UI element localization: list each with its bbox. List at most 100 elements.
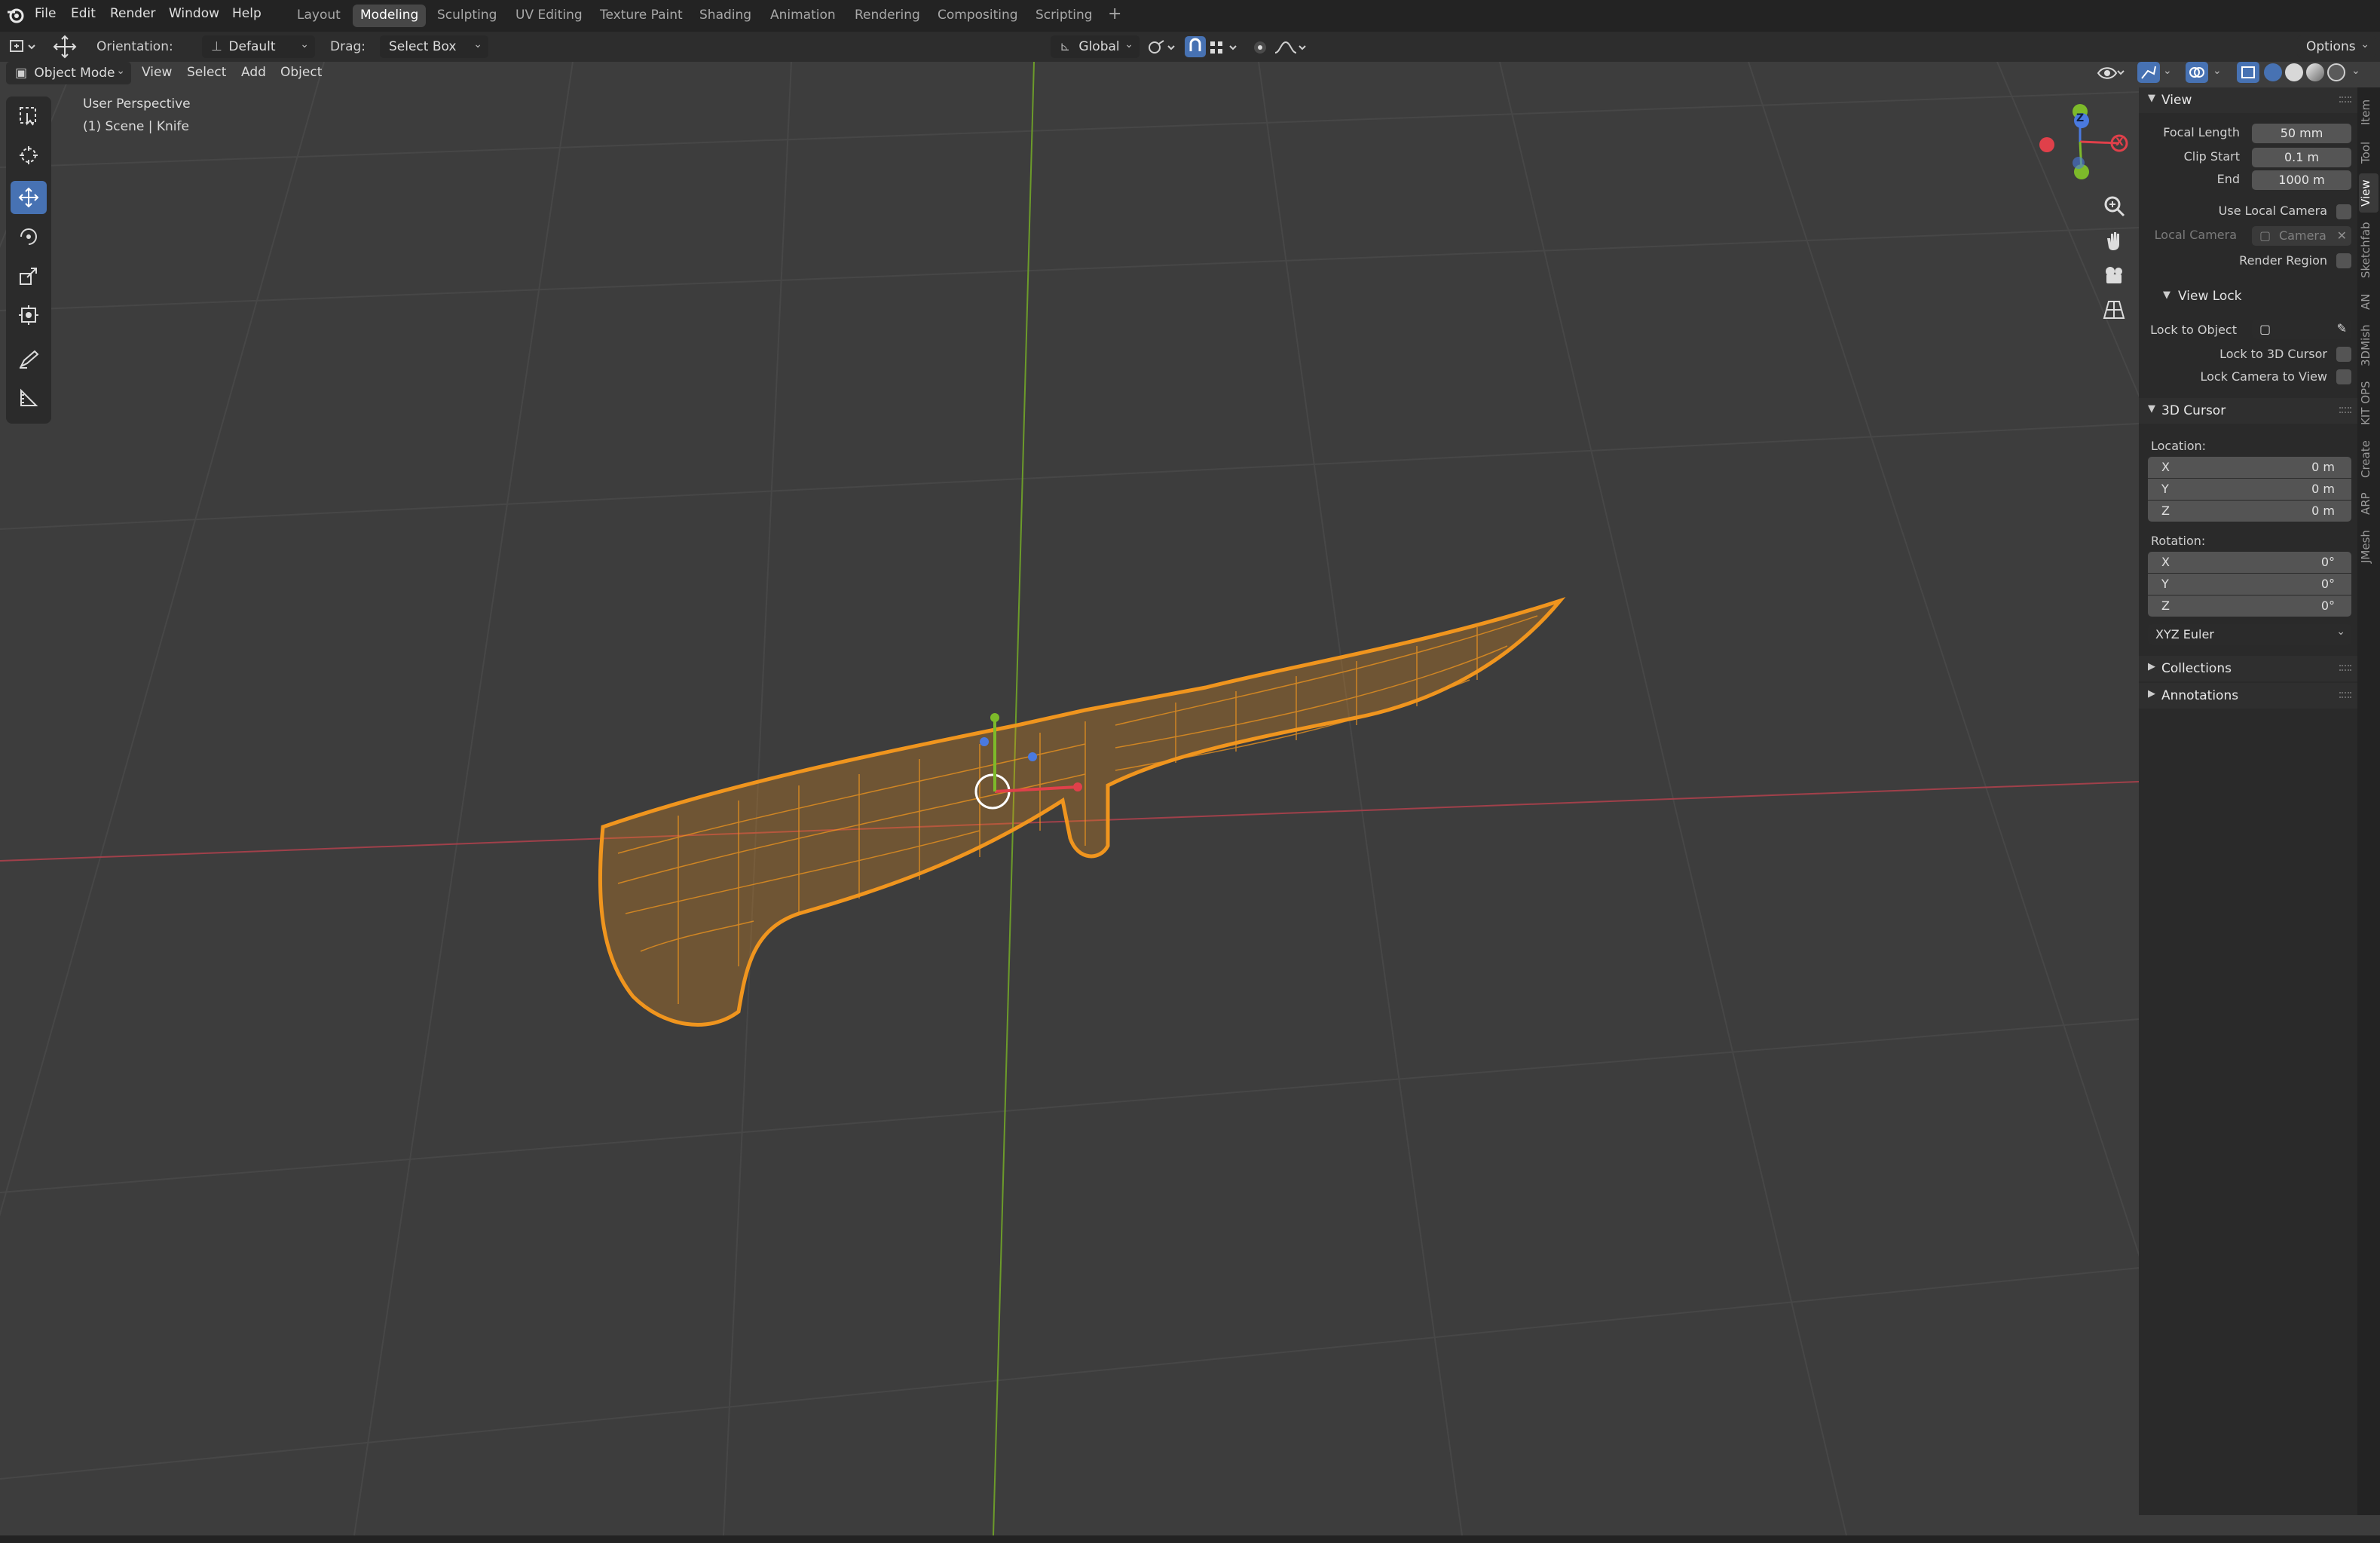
render-region-checkbox[interactable] — [2336, 253, 2351, 268]
zoom-icon[interactable] — [2098, 190, 2130, 222]
annotations-panel-header[interactable]: ▶ Annotations — [2139, 683, 2357, 709]
focal-length-field[interactable]: 50 mm — [2252, 124, 2351, 143]
chevron-down-icon[interactable]: ⌄ — [2213, 65, 2222, 77]
lock-to-object-label: Lock to Object — [2150, 323, 2237, 337]
tab-compositing[interactable]: Compositing — [930, 5, 1026, 27]
snap-toggle-icon[interactable] — [1185, 36, 1206, 57]
drag-label: Drag: — [330, 39, 366, 54]
gizmo-toggle-icon[interactable] — [2137, 62, 2160, 83]
sidebar-tab-an[interactable]: AN — [2359, 288, 2378, 315]
cursor-location-z-field[interactable]: Z 0 m — [2148, 501, 2351, 522]
pivot-point-icon[interactable] — [1147, 39, 1177, 60]
camera-view-icon[interactable] — [2098, 259, 2130, 291]
chevron-down-icon[interactable]: ⌄ — [2351, 65, 2360, 77]
sidebar-tab-3dmish[interactable]: 3DMish — [2359, 318, 2378, 372]
object-mode-dropdown[interactable]: ▣ Object Mode ⌄ — [6, 62, 131, 84]
3d-cursor-panel-header[interactable]: ▼ 3D Cursor — [2139, 398, 2357, 424]
drag-grip-icon[interactable] — [2339, 692, 2351, 698]
editor-type-icon[interactable] — [9, 38, 39, 60]
3d-viewport[interactable]: ▣ Object Mode ⌄ View Select Add Object U… — [0, 62, 2139, 1535]
viewport-menu-select[interactable]: Select — [187, 65, 226, 80]
clip-start-field[interactable]: 0.1 m — [2252, 148, 2351, 167]
sidebar-tab-sketchfab[interactable]: Sketchfab — [2359, 216, 2378, 285]
menu-window[interactable]: Window — [169, 6, 219, 21]
orientation-dropdown[interactable]: ⊥ Default ⌄ — [202, 35, 315, 58]
chevron-down-icon: ⌄ — [473, 38, 482, 51]
sidebar-tab-view[interactable]: View — [2359, 173, 2378, 213]
drag-grip-icon[interactable] — [2339, 407, 2351, 413]
rotation-mode-dropdown[interactable]: XYZ Euler ⌄ — [2148, 624, 2351, 645]
transform-orientation-dropdown[interactable]: ⊾ Global ⌄ — [1051, 35, 1140, 58]
annotate-tool[interactable] — [11, 342, 47, 375]
move-tool-icon[interactable] — [51, 35, 78, 63]
scale-tool[interactable] — [11, 259, 47, 292]
rotate-tool[interactable] — [11, 220, 47, 253]
tab-sculpting[interactable]: Sculpting — [430, 5, 504, 27]
tab-rendering[interactable]: Rendering — [847, 5, 928, 27]
tab-modeling[interactable]: Modeling — [353, 5, 427, 27]
collapsed-triangle-icon: ▶ — [2148, 688, 2155, 700]
solid-shading-icon[interactable] — [2285, 63, 2303, 81]
select-box-tool[interactable] — [11, 99, 47, 133]
wireframe-shading-icon[interactable] — [2264, 63, 2282, 81]
viewport-menu-view[interactable]: View — [142, 65, 172, 80]
cursor-rotation-x-field[interactable]: X 0° — [2148, 552, 2351, 573]
tab-uv-editing[interactable]: UV Editing — [508, 5, 590, 27]
move-tool[interactable] — [11, 181, 47, 214]
drag-grip-icon[interactable] — [2339, 96, 2351, 103]
cursor-location-y-field[interactable]: Y 0 m — [2148, 479, 2351, 500]
material-shading-icon[interactable] — [2306, 63, 2324, 81]
rendered-shading-icon[interactable] — [2327, 63, 2345, 81]
sidebar-tab-tool[interactable]: Tool — [2359, 134, 2378, 170]
menu-help[interactable]: Help — [232, 6, 262, 21]
lock-to-3d-cursor-checkbox[interactable] — [2336, 347, 2351, 362]
transform-tool[interactable] — [11, 298, 47, 332]
view-lock-header[interactable]: ▼ View Lock — [2139, 285, 2357, 309]
viewport-menu-add[interactable]: Add — [241, 65, 266, 80]
overlays-toggle-icon[interactable] — [2186, 62, 2208, 83]
pan-hand-icon[interactable] — [2098, 225, 2130, 256]
cursor-location-x-field[interactable]: X 0 m — [2148, 457, 2351, 478]
measure-tool[interactable] — [11, 381, 47, 415]
chevron-down-icon[interactable]: ⌄ — [2163, 65, 2172, 77]
cursor-rotation-z-field[interactable]: Z 0° — [2148, 595, 2351, 617]
sidebar-tab-jmesh[interactable]: JMesh — [2359, 523, 2378, 570]
collections-panel-header[interactable]: ▶ Collections — [2139, 656, 2357, 681]
drag-dropdown[interactable]: Select Box ⌄ — [380, 35, 488, 58]
menu-file[interactable]: File — [35, 6, 56, 21]
tab-shading[interactable]: Shading — [692, 5, 759, 27]
knife-object[interactable] — [598, 596, 1566, 1027]
collapsed-triangle-icon: ▶ — [2148, 661, 2155, 672]
visibility-icon[interactable] — [2095, 63, 2125, 87]
menu-render[interactable]: Render — [110, 6, 156, 21]
snap-target-icon[interactable] — [1209, 39, 1242, 60]
lock-camera-to-view-checkbox[interactable] — [2336, 369, 2351, 384]
proportional-editing-icon[interactable] — [1248, 39, 1308, 60]
sidebar-tab-item[interactable]: Item — [2359, 93, 2378, 131]
eyedropper-icon[interactable]: ✎ — [2337, 321, 2347, 335]
sidebar-tab-kit-ops[interactable]: KIT OPS — [2359, 375, 2378, 431]
render-region-label: Render Region — [2239, 253, 2327, 268]
tab-texture-paint[interactable]: Texture Paint — [592, 5, 690, 27]
tab-animation[interactable]: Animation — [763, 5, 843, 27]
cursor-tool[interactable] — [11, 139, 47, 172]
options-dropdown[interactable]: Options ⌄ — [2297, 35, 2375, 58]
navigation-gizmo[interactable]: Z X Y — [2027, 93, 2133, 191]
xray-toggle-icon[interactable] — [2237, 62, 2259, 83]
use-local-camera-checkbox[interactable] — [2336, 204, 2351, 219]
blender-logo-icon[interactable] — [6, 6, 26, 26]
add-workspace-button[interactable]: + — [1100, 2, 1129, 24]
clip-end-field[interactable]: 1000 m — [2252, 170, 2351, 190]
chevron-down-icon: ⌄ — [300, 38, 309, 51]
viewport-menu-object[interactable]: Object — [280, 65, 322, 80]
perspective-toggle-icon[interactable] — [2098, 294, 2130, 326]
drag-grip-icon[interactable] — [2339, 665, 2351, 671]
sidebar-tab-create[interactable]: Create — [2359, 434, 2378, 484]
cursor-rotation-y-field[interactable]: Y 0° — [2148, 574, 2351, 595]
tab-layout[interactable]: Layout — [289, 5, 348, 27]
lock-to-object-field[interactable]: ▢ ✎ — [2252, 320, 2351, 339]
tab-scripting[interactable]: Scripting — [1028, 5, 1100, 27]
view-panel-header[interactable]: ▼ View — [2139, 87, 2357, 113]
menu-edit[interactable]: Edit — [71, 6, 96, 21]
sidebar-tab-arp[interactable]: ARP — [2359, 487, 2378, 520]
